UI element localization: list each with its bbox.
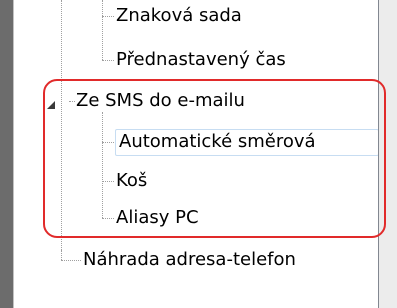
expanded-triangle-icon[interactable] xyxy=(46,95,56,109)
tree-connector xyxy=(102,112,103,218)
adjacent-panel xyxy=(379,0,397,308)
tree-connector xyxy=(69,101,75,102)
tree-connector xyxy=(102,60,114,61)
expanded-triangle-icon-shape xyxy=(47,101,55,109)
tree-item-prednastaveny-cas[interactable]: Přednastavený čas xyxy=(116,48,286,72)
tree-connector xyxy=(102,0,103,60)
tree-item-ze-sms-do-e-mailu[interactable]: Ze SMS do e-mailu xyxy=(76,89,245,113)
tree-item-nahrada-adresa-telefon[interactable]: Náhrada adresa-telefon xyxy=(83,248,296,272)
tree-connector xyxy=(102,16,114,17)
tree-connector xyxy=(102,218,114,219)
tree-connector xyxy=(61,260,81,261)
tree-view[interactable]: Znaková sada Přednastavený čas Ze SMS do… xyxy=(14,0,379,308)
tree-item-automaticke-smerovani[interactable]: Automatické směrová xyxy=(115,129,379,156)
tree-connector xyxy=(102,181,114,182)
tree-connector xyxy=(61,250,62,260)
tree-connector xyxy=(102,142,114,143)
tree-connector xyxy=(61,0,62,250)
tree-item-aliasy-pc[interactable]: Aliasy PC xyxy=(116,206,199,230)
left-window-edge xyxy=(0,0,13,308)
tree-item-kos[interactable]: Koš xyxy=(116,169,147,193)
tree-item-znakova-sada[interactable]: Znaková sada xyxy=(116,4,242,28)
